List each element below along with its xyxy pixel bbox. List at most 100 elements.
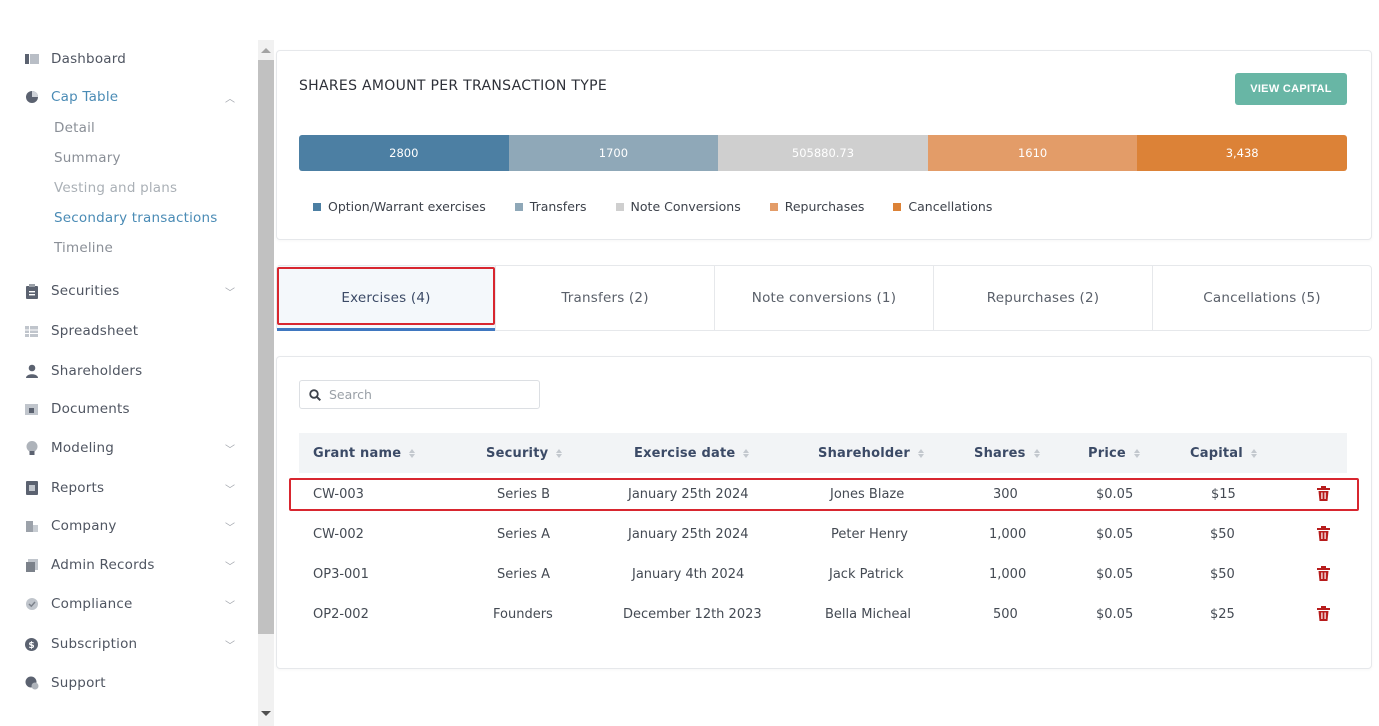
- sidebar-item-label: Documents: [51, 401, 130, 417]
- sidebar-item-compliance[interactable]: Compliance ﹀: [24, 593, 239, 615]
- table-icon: [24, 324, 39, 339]
- sidebar-subitem-secondary-transactions[interactable]: Secondary transactions: [54, 210, 217, 226]
- cell-shares: 1,000: [989, 566, 1027, 582]
- tab-cancellations[interactable]: Cancellations (5): [1153, 266, 1371, 330]
- cell-shares: 500: [993, 606, 1018, 622]
- table-header: Grant name Security Exercise date Shareh…: [299, 433, 1347, 473]
- chevron-down-icon: ﹀: [225, 641, 235, 652]
- sidebar-item-label: Cap Table: [51, 89, 119, 105]
- sidebar-item-company[interactable]: Company ﹀: [24, 515, 239, 537]
- cell-grant-name: OP2-002: [313, 606, 369, 622]
- tab-repurchases[interactable]: Repurchases (2): [934, 266, 1153, 330]
- sidebar-item-modeling[interactable]: Modeling ﹀: [24, 437, 239, 459]
- delete-icon[interactable]: [1317, 486, 1330, 501]
- exercises-table-card: Grant name Security Exercise date Shareh…: [276, 356, 1372, 669]
- column-header-label: Price: [1088, 445, 1126, 461]
- legend-item: Transfers: [514, 199, 587, 214]
- cell-shareholder: Bella Micheal: [825, 606, 912, 622]
- cell-security: Series A: [497, 566, 551, 582]
- column-header-price[interactable]: Price: [1088, 433, 1140, 473]
- column-header-exercise-date[interactable]: Exercise date: [634, 433, 750, 473]
- table-row[interactable]: OP3-001 Series A January 4th 2024 Jack P…: [299, 554, 1347, 594]
- search-input[interactable]: [329, 387, 529, 402]
- search-icon: [309, 388, 321, 401]
- delete-icon[interactable]: [1317, 566, 1330, 581]
- cell-exercise-date: December 12th 2023: [623, 606, 762, 622]
- chevron-down-icon: ﹀: [225, 562, 235, 573]
- lightbulb-icon: [24, 440, 39, 456]
- sidebar-item-shareholders[interactable]: Shareholders: [24, 360, 239, 382]
- sidebar-item-support[interactable]: Support: [24, 672, 239, 694]
- table-row[interactable]: CW-002 Series A January 25th 2024 Peter …: [299, 514, 1347, 554]
- column-header-shares[interactable]: Shares: [974, 433, 1040, 473]
- folder-icon: [24, 402, 39, 417]
- sidebar-item-subscription[interactable]: $ Subscription ﹀: [24, 633, 239, 655]
- card-title: SHARES AMOUNT PER TRANSACTION TYPE: [299, 78, 607, 94]
- sidebar-item-reports[interactable]: Reports ﹀: [24, 477, 239, 499]
- sidebar-item-label: Spreadsheet: [51, 323, 139, 339]
- column-header-security[interactable]: Security: [486, 433, 563, 473]
- delete-icon[interactable]: [1317, 526, 1330, 541]
- column-header-label: Shares: [974, 445, 1026, 461]
- person-icon: [24, 364, 39, 379]
- column-header-capital[interactable]: Capital: [1190, 433, 1257, 473]
- tab-transfers[interactable]: Transfers (2): [496, 266, 715, 330]
- legend-swatch: [313, 202, 321, 211]
- sidebar-subitem-detail[interactable]: Detail: [54, 120, 95, 136]
- chevron-down-icon: ﹀: [225, 523, 235, 534]
- cell-exercise-date: January 25th 2024: [628, 526, 749, 542]
- chevron-down-icon: ﹀: [225, 601, 235, 612]
- view-capital-button[interactable]: VIEW CAPITAL: [1235, 73, 1347, 105]
- column-header-grant-name[interactable]: Grant name: [313, 433, 416, 473]
- table-row[interactable]: OP2-002 Founders December 12th 2023 Bell…: [299, 594, 1347, 634]
- bar-segment-note-conversions: 505880.73: [718, 135, 928, 171]
- sidebar-item-documents[interactable]: Documents: [24, 398, 239, 420]
- legend-swatch: [615, 202, 624, 211]
- cell-capital: $50: [1210, 566, 1235, 582]
- scroll-up-arrow-icon[interactable]: [261, 48, 271, 53]
- chevron-down-icon: ﹀: [225, 445, 235, 456]
- cell-capital: $25: [1210, 606, 1235, 622]
- table-row[interactable]: CW-003 Series B January 25th 2024 Jones …: [299, 474, 1347, 514]
- sidebar-item-admin-records[interactable]: Admin Records ﹀: [24, 554, 239, 576]
- cell-shareholder: Jones Blaze: [830, 486, 905, 502]
- sidebar-item-label: Dashboard: [51, 51, 127, 67]
- sidebar-scrollbar[interactable]: [258, 40, 274, 726]
- sidebar-item-label: Securities: [51, 283, 120, 299]
- sidebar-item-cap-table[interactable]: Cap Table ︿: [24, 86, 239, 108]
- tab-exercises[interactable]: Exercises (4): [277, 266, 496, 331]
- cell-price: $0.05: [1096, 606, 1134, 622]
- cell-grant-name: OP3-001: [313, 566, 369, 582]
- sidebar-item-label: Shareholders: [51, 363, 143, 379]
- sidebar-item-label: Company: [51, 518, 117, 534]
- delete-icon[interactable]: [1317, 606, 1330, 621]
- chevron-up-icon: ︿: [225, 94, 235, 105]
- shares-summary-card: SHARES AMOUNT PER TRANSACTION TYPE VIEW …: [276, 50, 1372, 240]
- legend-label: Repurchases: [784, 199, 865, 214]
- search-box[interactable]: [299, 380, 540, 409]
- clipboard-icon: [24, 283, 39, 299]
- sort-icon: [1250, 448, 1257, 458]
- column-header-label: Shareholder: [818, 445, 910, 461]
- column-header-shareholder[interactable]: Shareholder: [818, 433, 924, 473]
- sidebar-subitem-summary[interactable]: Summary: [54, 150, 121, 166]
- scrollbar-thumb[interactable]: [258, 60, 274, 634]
- sidebar-item-dashboard[interactable]: Dashboard: [24, 48, 239, 70]
- sidebar-item-label: Modeling: [51, 440, 115, 456]
- sidebar-item-spreadsheet[interactable]: Spreadsheet: [24, 320, 239, 342]
- sidebar-subitem-vesting[interactable]: Vesting and plans: [54, 180, 177, 196]
- legend-label: Option/Warrant exercises: [328, 199, 486, 214]
- column-header-label: Grant name: [313, 445, 402, 461]
- sidebar-subitem-timeline[interactable]: Timeline: [54, 240, 113, 256]
- bar-segment-repurchases: 1610: [927, 135, 1138, 171]
- legend-swatch: [769, 202, 778, 211]
- bar-legend: Option/Warrant exercises Transfers Note …: [313, 199, 1021, 214]
- cell-grant-name: CW-003: [313, 486, 364, 502]
- sidebar-item-securities[interactable]: Securities ﹀: [24, 280, 239, 302]
- cell-shareholder: Peter Henry: [831, 526, 908, 542]
- scroll-down-arrow-icon[interactable]: [261, 711, 271, 716]
- legend-item: Note Conversions: [615, 199, 741, 214]
- dashboard-icon: [24, 52, 39, 67]
- tab-note-conversions[interactable]: Note conversions (1): [715, 266, 934, 330]
- bar-segment-transfers: 1700: [508, 135, 719, 171]
